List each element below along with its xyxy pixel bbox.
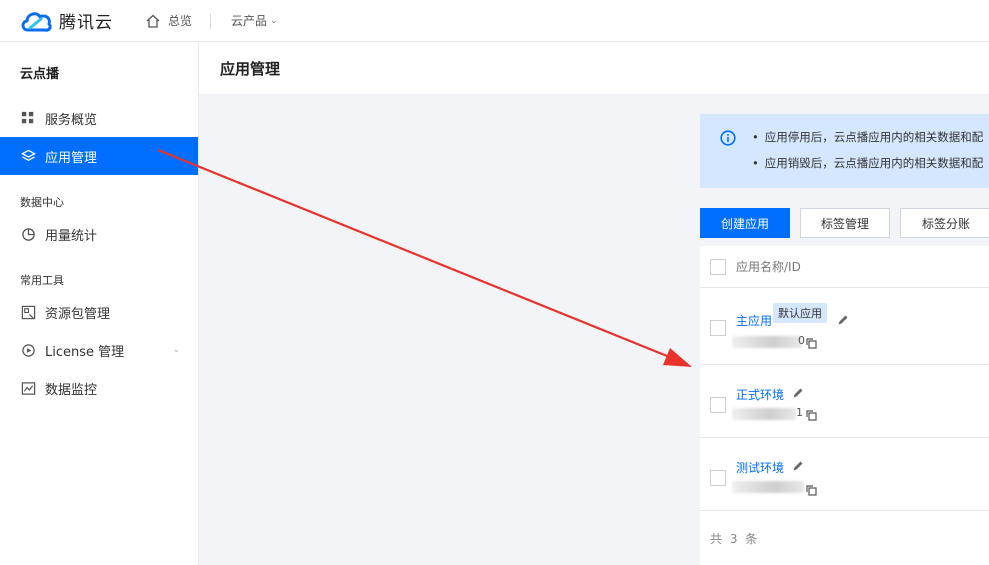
copy-icon[interactable] [806,338,817,349]
sidebar-item-label: License 管理 [45,344,125,360]
nav-overview-label: 总览 [168,14,193,28]
select-all-checkbox[interactable] [710,259,726,275]
edit-pencil-icon[interactable] [792,387,804,399]
layers-icon [20,148,36,164]
app-id-tail: 0 [798,334,805,347]
sidebar-item-license-management[interactable]: License 管理 ⌄ [0,331,198,369]
page-header: 应用管理 [199,43,989,94]
sidebar: 云点播 服务概览 应用管理 数据中心 用量统计 常用工具 资源包管理 Licen… [0,43,199,565]
sidebar-item-label: 数据监控 [45,382,98,398]
chevron-down-icon[interactable]: ⌄ [172,345,180,355]
notice-line: • 应用停用后，云点播应用内的相关数据和配 [752,130,984,144]
app-id-tail: 1 [796,406,803,419]
nav-divider [210,12,212,29]
home-icon [146,14,160,28]
row-checkbox[interactable] [710,470,726,486]
monitor-chart-icon [20,380,36,396]
page-title: 应用管理 [220,60,281,78]
sidebar-item-overview[interactable]: 服务概览 [0,99,198,137]
sidebar-group-data-center: 数据中心 [20,196,64,209]
app-id-redacted [732,408,796,420]
app-name-link[interactable]: 主应用 [736,312,772,329]
sidebar-item-data-monitor[interactable]: 数据监控 [0,369,198,407]
grid-icon [20,110,36,126]
app-id-redacted [732,481,804,493]
sidebar-item-usage-stats[interactable]: 用量统计 [0,215,198,253]
chevron-down-icon: ⌄ [270,15,278,26]
copy-icon[interactable] [806,410,817,421]
nav-overview[interactable]: 总览 [145,12,192,29]
column-header-app-name: 应用名称/ID [736,260,801,274]
top-bar: 腾讯云 总览 云产品 ⌄ [0,0,989,42]
copy-icon[interactable] [806,485,817,496]
sidebar-group-tools: 常用工具 [20,274,64,287]
sidebar-item-label: 资源包管理 [45,306,111,322]
notice-banner: • 应用停用后，云点播应用内的相关数据和配 • 应用销毁后，云点播应用内的相关数据和… [700,114,989,188]
table-row: 正式环境 1 [700,365,989,438]
info-icon [720,130,736,146]
table-row: 主应用 默认应用 0 [700,288,989,365]
sidebar-title: 云点播 [20,67,60,82]
sidebar-item-label: 用量统计 [45,228,98,244]
nav-products-dropdown[interactable]: 云产品 ⌄ [231,12,278,29]
app-name-link[interactable]: 测试环境 [736,459,784,476]
app-id-redacted [732,336,802,348]
sidebar-item-package-management[interactable]: 资源包管理 [0,293,198,331]
app-table: 应用名称/ID 主应用 默认应用 0 正式环境 1 测试环境 共 3 条 [700,246,989,565]
sidebar-item-app-management[interactable]: 应用管理 [0,137,198,175]
brand-logo[interactable]: 腾讯云 [19,8,113,34]
brand-name: 腾讯云 [59,13,113,33]
tag-manage-button[interactable]: 标签管理 [800,208,890,238]
sidebar-item-label: 服务概览 [45,112,98,128]
play-circle-icon [20,342,36,358]
pie-icon [20,226,36,242]
package-icon [20,304,36,320]
cloud-logo-icon [21,11,52,32]
row-checkbox[interactable] [710,320,726,336]
table-row: 测试环境 [700,438,989,511]
main-content: 应用管理 • 应用停用后，云点播应用内的相关数据和配 • 应用销毁后，云点播应用内的… [199,43,989,565]
default-app-tag: 默认应用 [773,303,827,323]
edit-pencil-icon[interactable] [792,460,804,472]
row-checkbox[interactable] [710,397,726,413]
notice-line: • 应用销毁后，云点播应用内的相关数据和配 [752,156,984,170]
app-name-link[interactable]: 正式环境 [736,386,784,403]
edit-pencil-icon[interactable] [837,314,849,326]
table-total-count: 共 3 条 [710,532,760,546]
sidebar-item-label: 应用管理 [45,150,98,166]
create-app-button[interactable]: 创建应用 [700,208,790,238]
nav-products-label: 云产品 [231,14,268,28]
table-header: 应用名称/ID [700,246,989,288]
tag-billing-button[interactable]: 标签分账 [900,208,989,238]
